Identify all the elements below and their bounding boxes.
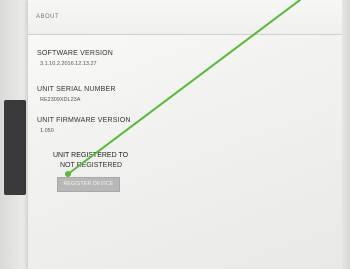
unit-registered-label: UNIT REGISTERED TO: [53, 152, 129, 159]
software-version-label: SOFTWARE VERSION: [37, 50, 114, 57]
firmware-version-section: UNIT FIRMWARE VERSION 1.050: [37, 117, 131, 134]
serial-number-value: RE2309XDL23A: [40, 97, 81, 103]
firmware-version-label: UNIT FIRMWARE VERSION: [37, 117, 131, 124]
registration-status: NOT REGISTERED: [60, 162, 123, 169]
firmware-version-value: 1.050: [40, 128, 54, 134]
top-bar: ABOUT: [28, 0, 342, 35]
software-version-section: SOFTWARE VERSION 3.1.10.2.2016.12.13.27: [37, 50, 113, 67]
software-version-value: 3.1.10.2.2016.12.13.27: [40, 61, 97, 67]
about-screen: ABOUT SOFTWARE VERSION 3.1.10.2.2016.12.…: [28, 0, 342, 269]
bezel-slot: [4, 100, 26, 195]
device-right-bezel: [342, 0, 350, 269]
page-title: ABOUT: [36, 14, 60, 20]
register-device-button[interactable]: REGISTER DEVICE: [57, 177, 120, 192]
serial-number-label: UNIT SERIAL NUMBER: [37, 86, 116, 93]
serial-number-section: UNIT SERIAL NUMBER RE2309XDL23A: [37, 86, 116, 103]
